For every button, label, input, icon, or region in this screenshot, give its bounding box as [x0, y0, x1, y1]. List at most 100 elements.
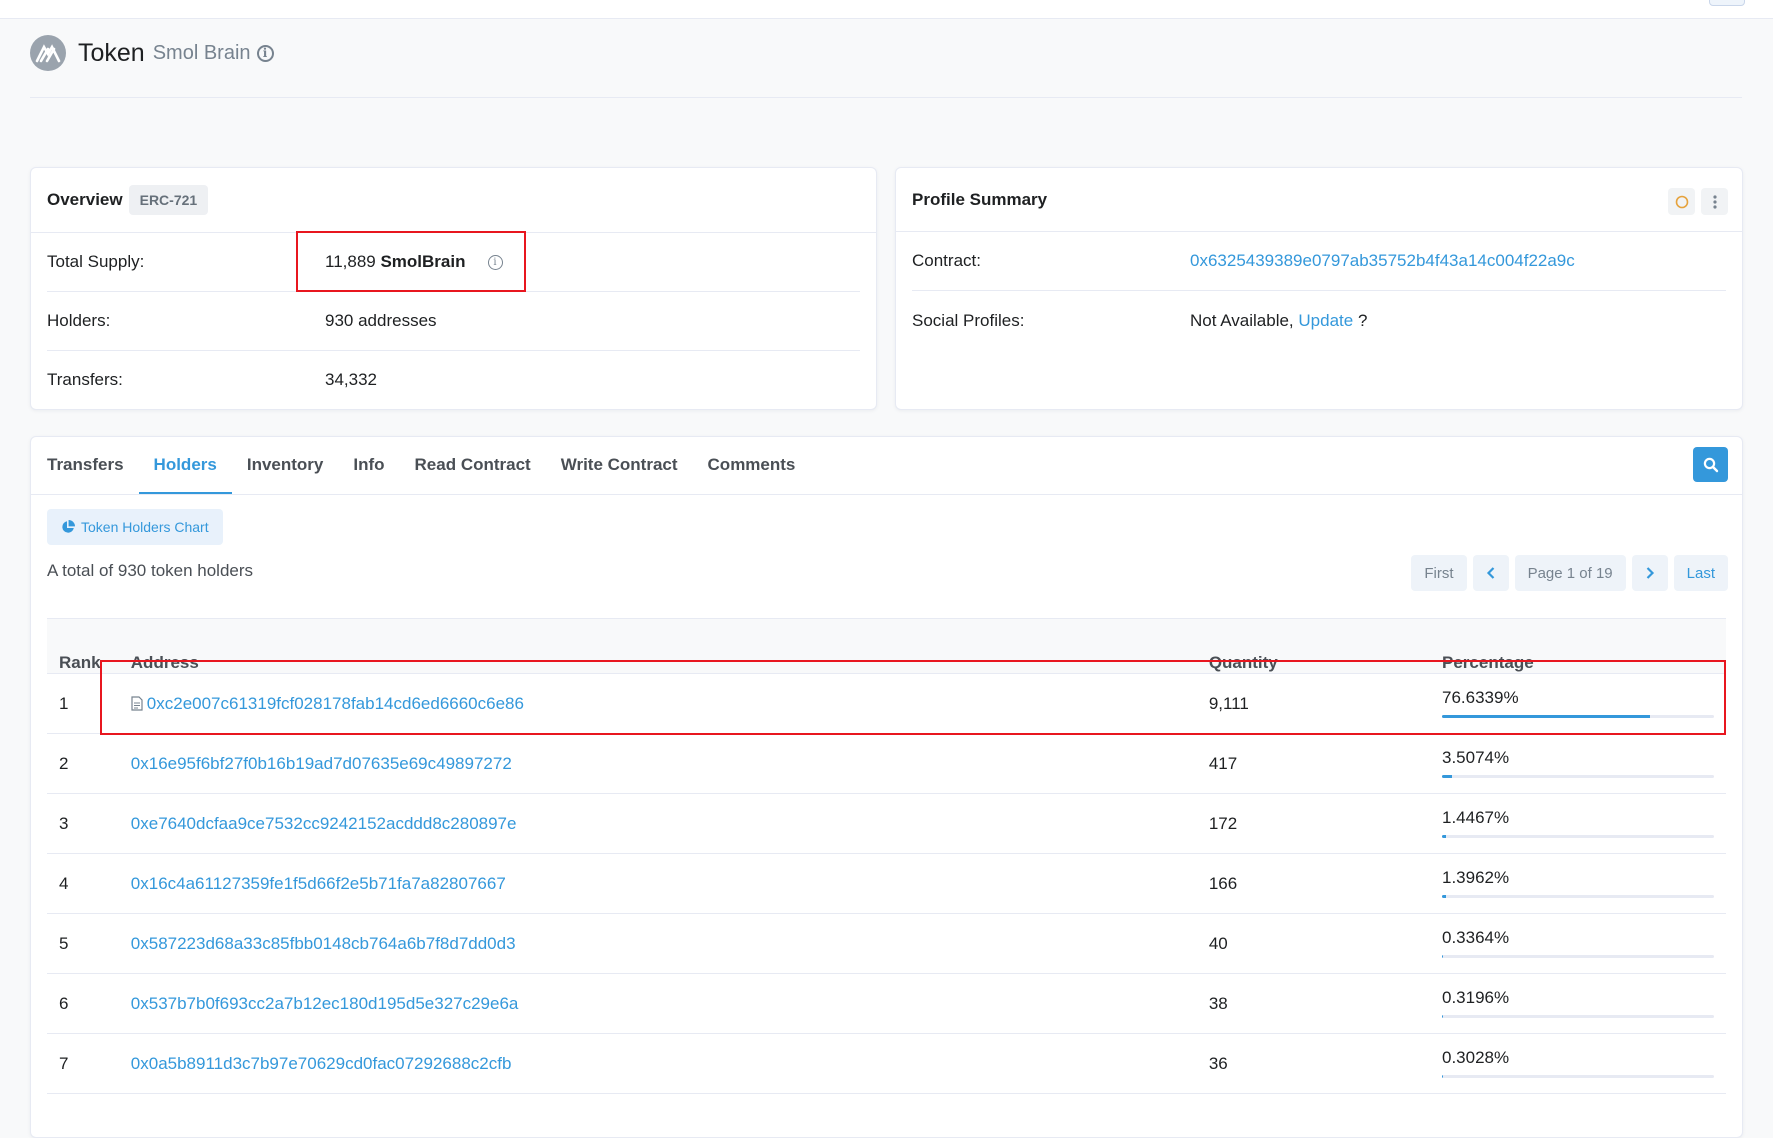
holder-address-link[interactable]: 0xe7640dcfaa9ce7532cc9242152acddd8c28089…: [131, 814, 517, 833]
percentage-cell: 76.6339%: [1430, 673, 1726, 734]
transfers-value: 34,332: [325, 370, 377, 389]
next-page-button[interactable]: [1631, 555, 1668, 591]
percentage-cell: 1.3962%: [1430, 853, 1726, 914]
overview-title: Overview: [47, 190, 123, 209]
address-cell[interactable]: 0xc2e007c61319fcf028178fab14cd6ed6660c6e…: [118, 673, 1197, 734]
holder-address-link[interactable]: 0x0a5b8911d3c7b97e70629cd0fac07292688c2c…: [131, 1054, 512, 1073]
tab-bar: Transfers Holders Inventory Info Read Co…: [31, 437, 1742, 495]
percentage-bar-fill: [1442, 775, 1452, 778]
table-row: 1 0xc2e007c61319fcf028178fab14cd6ed6660c6…: [47, 673, 1726, 734]
holders-table-body: 1 0xc2e007c61319fcf028178fab14cd6ed6660c6…: [47, 673, 1726, 1094]
rank-cell: 6: [47, 973, 119, 1034]
col-address: Address: [130, 653, 199, 672]
total-supply-value: 11,889: [325, 252, 376, 271]
address-cell[interactable]: 0x16c4a61127359fe1f5d66f2e5b71fa7a828076…: [118, 853, 1197, 914]
chart-button-label: Token Holders Chart: [81, 519, 209, 535]
search-icon: [1703, 457, 1718, 472]
rank-cell: 3: [47, 793, 119, 854]
holder-address-link[interactable]: 0x587223d68a33c85fbb0148cb764a6b7f8d7dd0…: [131, 934, 516, 953]
tab-write-contract[interactable]: Write Contract: [546, 437, 693, 494]
page-header: Token Smol Brain i: [30, 35, 274, 71]
percentage-text: 3.5074%: [1442, 748, 1510, 767]
chevron-left-icon: [1486, 567, 1494, 579]
rank-cell: 4: [47, 853, 119, 914]
col-percentage: Percentage: [1442, 653, 1534, 672]
holders-label: Holders:: [47, 311, 111, 330]
profile-summary-card: Profile Summary Contract: 0x6325439389e0…: [895, 167, 1743, 410]
percentage-cell: 1.4467%: [1430, 793, 1726, 854]
quantity-cell: 40: [1196, 913, 1430, 974]
last-page-button[interactable]: Last: [1673, 555, 1728, 591]
address-cell[interactable]: 0x537b7b0f693cc2a7b12ec180d195d5e327c29e…: [118, 973, 1197, 1034]
rank-cell: 5: [47, 913, 119, 974]
contract-file-icon: [131, 695, 143, 711]
chevron-right-icon: [1646, 567, 1654, 579]
holders-table: Rank Address Quantity Percentage 1 0xc2e0…: [47, 618, 1726, 1094]
percentage-bar-fill: [1442, 955, 1443, 958]
contract-address-link[interactable]: 0x6325439389e0797ab35752b4f43a14c004f22a…: [1190, 251, 1575, 271]
prev-page-button[interactable]: [1472, 555, 1509, 591]
quantity-cell: 9,111: [1196, 673, 1430, 734]
page-indicator: Page 1 of 19: [1514, 555, 1626, 591]
token-holders-chart-button[interactable]: Token Holders Chart: [47, 509, 223, 545]
table-header-row: Rank Address Quantity Percentage: [47, 618, 1726, 674]
percentage-bar-fill: [1442, 1015, 1443, 1018]
holders-row: Holders: 930 addresses: [47, 292, 860, 351]
header-divider: [30, 97, 1742, 98]
address-cell[interactable]: 0x16e95f6bf27f0b16b19ad7d07635e69c498972…: [118, 733, 1197, 794]
percentage-cell: 0.3028%: [1430, 1033, 1726, 1094]
percentage-bar: [1442, 1075, 1714, 1078]
quantity-cell: 166: [1196, 853, 1430, 914]
percentage-cell: 3.5074%: [1430, 733, 1726, 794]
page-title: Token: [78, 38, 145, 67]
supply-info-icon[interactable]: i: [487, 254, 503, 270]
total-supply-label: Total Supply:: [47, 252, 145, 271]
address-cell[interactable]: 0x0a5b8911d3c7b97e70629cd0fac07292688c2c…: [118, 1033, 1197, 1094]
table-row: 2 0x16e95f6bf27f0b16b19ad7d07635e69c49897…: [47, 733, 1726, 794]
status-circle-icon[interactable]: [1668, 188, 1695, 215]
percentage-bar: [1442, 895, 1714, 898]
social-profiles-row: Social Profiles: Not Available, Update ?: [912, 292, 1726, 350]
transfers-label: Transfers:: [47, 370, 123, 389]
holder-address-link[interactable]: 0xc2e007c61319fcf028178fab14cd6ed6660c6e…: [147, 694, 524, 713]
percentage-bar-fill: [1442, 715, 1651, 718]
first-page-button[interactable]: First: [1411, 555, 1467, 591]
search-button[interactable]: [1693, 447, 1728, 482]
table-row: 7 0x0a5b8911d3c7b97e70629cd0fac07292688c2…: [47, 1033, 1726, 1094]
token-symbol: SmolBrain: [380, 252, 466, 271]
col-quantity: Quantity: [1208, 653, 1278, 672]
holder-address-link[interactable]: 0x537b7b0f693cc2a7b12ec180d195d5e327c29e…: [131, 994, 519, 1013]
info-icon[interactable]: i: [256, 44, 274, 62]
tab-info[interactable]: Info: [338, 437, 399, 494]
rank-cell: 1: [47, 673, 119, 734]
tab-holders[interactable]: Holders: [138, 437, 232, 494]
percentage-text: 1.3962%: [1442, 868, 1510, 887]
navbar-button[interactable]: [1709, 0, 1745, 6]
holders-value: 930 addresses: [325, 311, 437, 330]
percentage-bar: [1442, 715, 1714, 718]
percentage-cell: 0.3196%: [1430, 973, 1726, 1034]
address-cell[interactable]: 0xe7640dcfaa9ce7532cc9242152acddd8c28089…: [118, 793, 1197, 854]
tab-comments[interactable]: Comments: [693, 437, 811, 494]
quantity-cell: 417: [1196, 733, 1430, 794]
contract-label: Contract:: [912, 251, 981, 270]
more-options-icon[interactable]: [1701, 188, 1728, 215]
update-link[interactable]: Update: [1298, 311, 1353, 331]
address-cell[interactable]: 0x587223d68a33c85fbb0148cb764a6b7f8d7dd0…: [118, 913, 1197, 974]
holder-address-link[interactable]: 0x16c4a61127359fe1f5d66f2e5b71fa7a828076…: [131, 874, 506, 893]
percentage-text: 0.3196%: [1442, 988, 1510, 1007]
table-row: 5 0x587223d68a33c85fbb0148cb764a6b7f8d7dd…: [47, 913, 1726, 974]
percentage-text: 1.4467%: [1442, 808, 1510, 827]
percentage-cell: 0.3364%: [1430, 913, 1726, 974]
tab-inventory[interactable]: Inventory: [232, 437, 339, 494]
social-profiles-value: Not Available,: [1190, 311, 1294, 330]
holder-address-link[interactable]: 0x16e95f6bf27f0b16b19ad7d07635e69c498972…: [131, 754, 512, 773]
contract-row: Contract: 0x6325439389e0797ab35752b4f43a…: [912, 232, 1726, 291]
tab-transfers[interactable]: Transfers: [47, 437, 139, 494]
total-supply-row: Total Supply: 11,889 SmolBrain i: [47, 233, 860, 292]
tab-read-contract[interactable]: Read Contract: [400, 437, 546, 494]
token-standard-badge: ERC-721: [128, 185, 209, 215]
pie-chart-icon: [62, 520, 75, 533]
token-tabs-card: Transfers Holders Inventory Info Read Co…: [30, 436, 1743, 1138]
percentage-bar: [1442, 955, 1714, 958]
